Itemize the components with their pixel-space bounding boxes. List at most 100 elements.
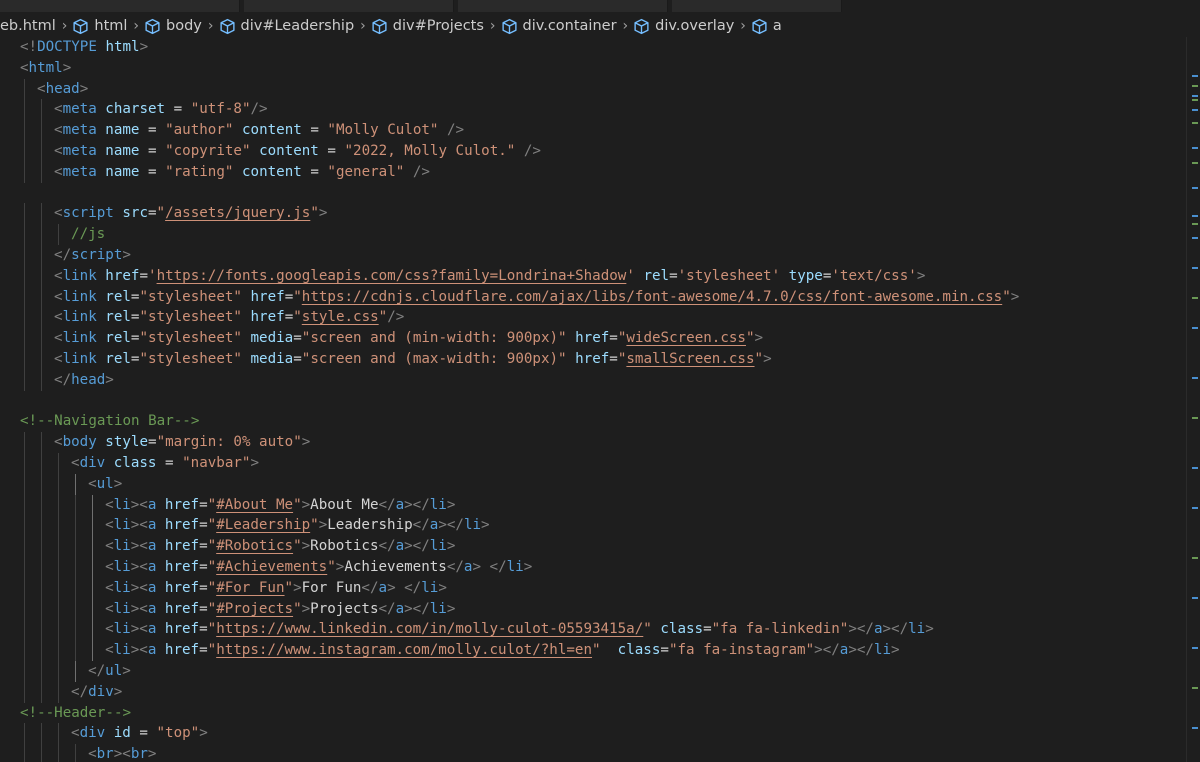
code-link[interactable]: #Projects bbox=[216, 601, 293, 617]
code-line[interactable]: <!--Header--> bbox=[0, 703, 1186, 724]
code-link[interactable]: https://fonts.googleapis.com/css?family=… bbox=[157, 268, 627, 284]
code-punctuation: < bbox=[105, 600, 114, 617]
code-line[interactable]: <div id = "top"> bbox=[0, 723, 1186, 745]
code-string: 'text/css' bbox=[831, 267, 917, 284]
code-line[interactable]: <!--Navigation Bar--> bbox=[0, 411, 1186, 432]
code-line[interactable] bbox=[0, 391, 1186, 412]
breadcrumb-item[interactable]: › div#Projects bbox=[354, 18, 484, 35]
code-link[interactable]: #Leadership bbox=[216, 517, 310, 533]
code-string: "margin: 0% auto" bbox=[156, 434, 302, 451]
breadcrumb-item[interactable]: › div#Leadership bbox=[202, 18, 354, 35]
code-punctuation: < bbox=[54, 309, 63, 326]
breadcrumb-item[interactable]: › a bbox=[734, 18, 782, 35]
code-line[interactable]: <li><a href="#For Fun">For Fun</a> </li> bbox=[0, 577, 1186, 599]
editor-tab[interactable] bbox=[0, 0, 240, 12]
editor-tab[interactable] bbox=[244, 0, 454, 12]
code-line[interactable]: //js bbox=[0, 224, 1186, 245]
code-line[interactable]: <li><a href="https://www.instagram.com/m… bbox=[0, 640, 1186, 661]
code-line[interactable]: <link rel="stylesheet" media="screen and… bbox=[0, 328, 1186, 349]
code-line[interactable]: <li><a href="#Projects">Projects</a></li… bbox=[0, 598, 1186, 620]
code-line[interactable]: <script src="/assets/jquery.js"> bbox=[0, 203, 1186, 225]
code-line[interactable]: <meta charset = "utf-8"/> bbox=[0, 99, 1186, 121]
breadcrumb-chevron-icon: › bbox=[61, 18, 68, 34]
code-link[interactable]: /assets/jquery.js bbox=[165, 205, 310, 221]
code-link[interactable]: https://www.linkedin.com/in/molly-culot-… bbox=[216, 621, 643, 637]
code-text: = bbox=[165, 101, 191, 118]
editor-tab[interactable] bbox=[458, 0, 668, 12]
indent-guide bbox=[24, 619, 25, 641]
code-link[interactable]: https://www.instagram.com/molly.culot/?h… bbox=[216, 642, 592, 658]
breadcrumb-item[interactable]: › body bbox=[127, 18, 201, 35]
code-tag-name: li bbox=[113, 600, 131, 617]
code-line[interactable]: <li><a href="#Robotics">Robotics</a></li… bbox=[0, 536, 1186, 557]
editor-tab[interactable] bbox=[672, 0, 842, 12]
minimap-marker bbox=[1192, 122, 1198, 124]
code-string: "2022, Molly Culot." bbox=[344, 142, 516, 159]
code-link[interactable]: https://cdnjs.cloudflare.com/ajax/libs/f… bbox=[302, 289, 1002, 305]
minimap-marker bbox=[1192, 687, 1198, 689]
code-line[interactable]: <li><a href="https://www.linkedin.com/in… bbox=[0, 619, 1186, 641]
code-line[interactable]: <li><a href="#About Me">About Me</a></li… bbox=[0, 494, 1186, 516]
code-tag-name: a bbox=[395, 538, 405, 555]
code-line[interactable]: <br><br> bbox=[0, 744, 1186, 762]
indent-guide bbox=[24, 369, 25, 391]
code-line[interactable]: <html> bbox=[0, 58, 1186, 79]
indent-guide bbox=[24, 515, 25, 537]
code-link[interactable]: style.css bbox=[302, 309, 379, 325]
code-line[interactable]: </div> bbox=[0, 681, 1186, 703]
code-link[interactable]: #About Me bbox=[216, 497, 293, 513]
code-line[interactable]: </ul> bbox=[0, 660, 1186, 682]
code-string: "screen and (max-width: 900px)" bbox=[301, 350, 567, 367]
code-attribute: href bbox=[250, 309, 285, 326]
code-attribute: class bbox=[617, 642, 661, 659]
code-line[interactable]: <head> bbox=[0, 78, 1186, 100]
code-line[interactable]: </head> bbox=[0, 369, 1186, 391]
code-link[interactable]: #Achievements bbox=[216, 559, 327, 575]
breadcrumb-item[interactable]: › html bbox=[56, 18, 128, 35]
code-link[interactable]: #For Fun bbox=[216, 580, 284, 596]
code-string: "stylesheet" bbox=[139, 309, 242, 326]
code-line[interactable]: <meta name = "author" content = "Molly C… bbox=[0, 120, 1186, 141]
code-editor[interactable]: <!DOCTYPE html> <html> <head> <meta charset… bbox=[0, 37, 1186, 762]
code-link[interactable]: smallScreen.css bbox=[626, 351, 754, 367]
code-attribute: href bbox=[105, 267, 140, 284]
code-punctuation: < bbox=[20, 59, 29, 76]
breadcrumb-item[interactable]: eb.html bbox=[0, 18, 56, 34]
breadcrumb-item[interactable]: › div.container bbox=[484, 18, 617, 35]
code-line[interactable]: <ul> bbox=[0, 473, 1186, 495]
minimap-marker bbox=[1192, 237, 1198, 239]
code-line[interactable]: <!DOCTYPE html> bbox=[0, 37, 1186, 58]
editor-minimap-scrollbar[interactable] bbox=[1186, 37, 1200, 762]
code-tag-name: a bbox=[395, 496, 405, 513]
code-text: = bbox=[199, 579, 208, 596]
code-line[interactable]: <link rel="stylesheet" href="https://cdn… bbox=[0, 286, 1186, 308]
code-punctuation: <! bbox=[20, 39, 38, 55]
breadcrumb-item[interactable]: › div.overlay bbox=[617, 18, 735, 35]
breadcrumb-label: div.container bbox=[522, 18, 617, 34]
breadcrumb-chevron-icon: › bbox=[360, 18, 366, 34]
code-text: Robotics bbox=[310, 538, 379, 555]
code-string: " bbox=[207, 496, 217, 513]
breadcrumb-label: html bbox=[94, 18, 128, 34]
code-line[interactable]: <link href='https://fonts.googleapis.com… bbox=[0, 265, 1186, 287]
code-line[interactable]: <meta name = "rating" content = "general… bbox=[0, 161, 1186, 183]
code-line[interactable] bbox=[0, 183, 1186, 204]
code-line[interactable]: <div class = "navbar"> bbox=[0, 452, 1186, 474]
code-punctuation: ></ bbox=[848, 621, 874, 638]
code-link[interactable]: #Robotics bbox=[216, 538, 293, 554]
code-line[interactable]: <link rel="stylesheet" href="style.css"/… bbox=[0, 307, 1186, 329]
code-line[interactable]: <link rel="stylesheet" media="screen and… bbox=[0, 348, 1186, 370]
code-line[interactable]: <meta name = "copyrite" content = "2022,… bbox=[0, 140, 1186, 162]
code-punctuation: >< bbox=[130, 621, 148, 638]
code-line[interactable]: <body style="margin: 0% auto"> bbox=[0, 432, 1186, 453]
code-line[interactable]: <li><a href="#Leadership">Leadership</a>… bbox=[0, 515, 1186, 537]
code-punctuation: > bbox=[446, 538, 456, 555]
code-string: " bbox=[207, 538, 217, 555]
indent-guide bbox=[41, 432, 43, 453]
code-link[interactable]: wideScreen.css bbox=[626, 330, 746, 346]
editor-tab-strip[interactable] bbox=[0, 0, 1200, 12]
code-line[interactable]: <li><a href="#Achievements">Achievements… bbox=[0, 556, 1186, 578]
code-line[interactable]: </script> bbox=[0, 244, 1186, 266]
